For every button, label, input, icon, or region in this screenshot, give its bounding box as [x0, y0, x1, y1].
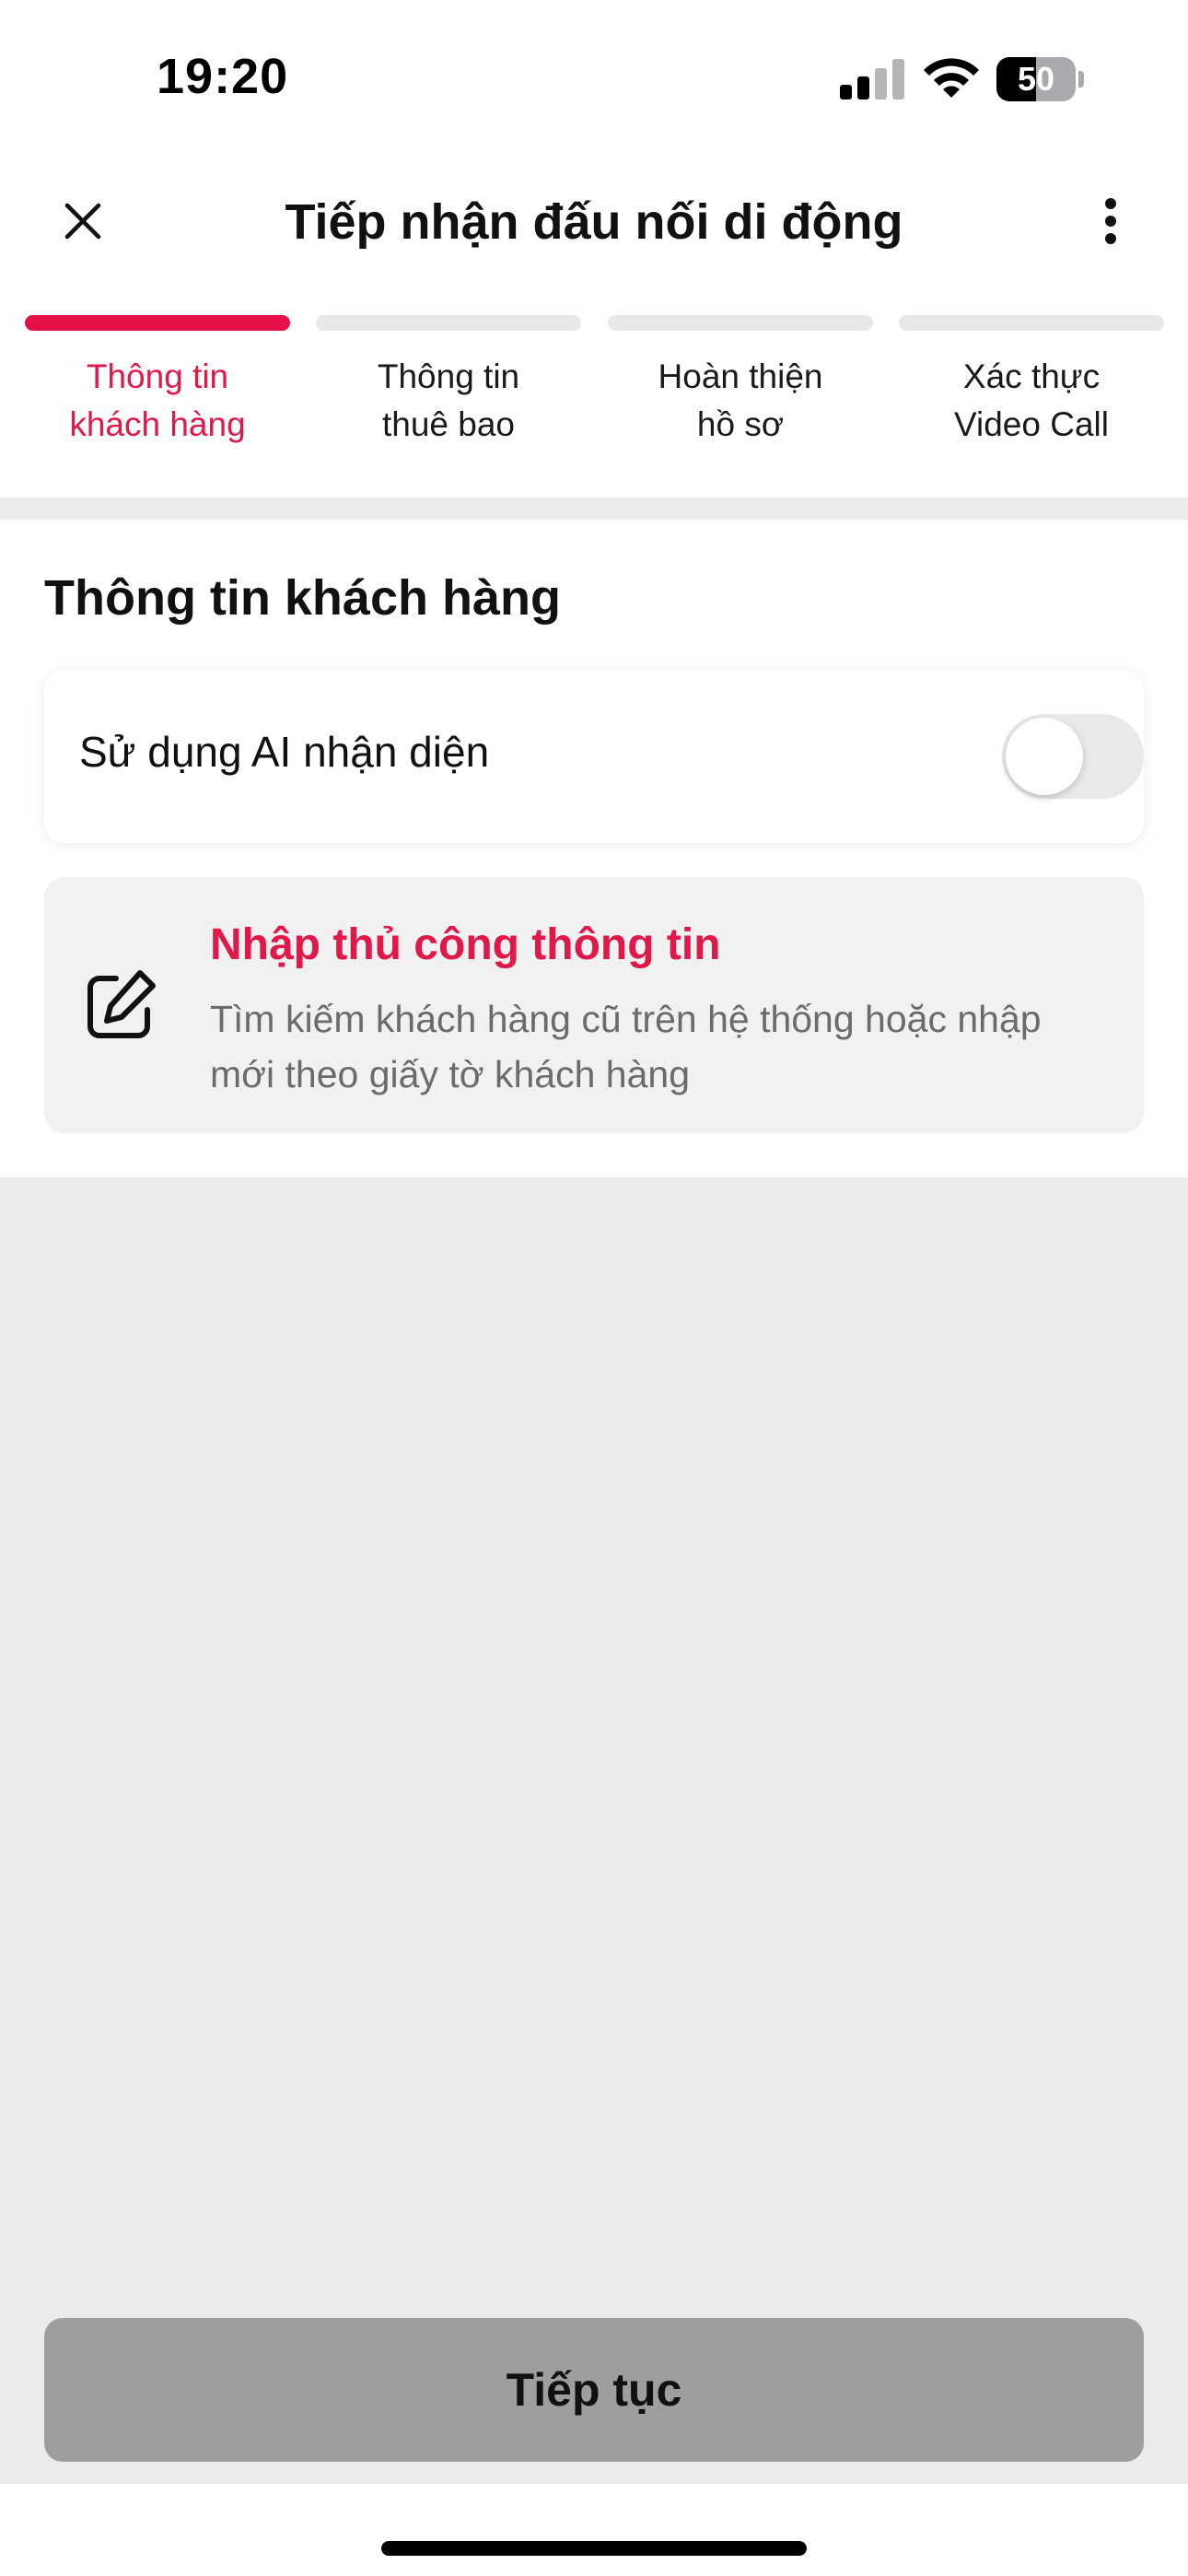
- stepper: Thông tin khách hàng Thông tin thuê bao …: [0, 315, 1188, 490]
- step-complete-profile[interactable]: Hoàn thiện hồ sơ: [608, 315, 873, 449]
- manual-entry-card[interactable]: Nhập thủ công thông tin Tìm kiếm khách h…: [44, 877, 1144, 1133]
- continue-button[interactable]: Tiếp tục: [44, 2318, 1144, 2462]
- manual-entry-description: Tìm kiếm khách hàng cũ trên hệ thống hoặ…: [210, 998, 1042, 1095]
- more-options-button[interactable]: [1070, 181, 1151, 262]
- step-progress-bar: [608, 315, 873, 331]
- header: Tiếp nhận đấu nối di động: [0, 157, 1188, 286]
- battery-icon: 50: [996, 57, 1085, 101]
- signal-icon: [840, 59, 904, 100]
- step-label: Thông tin thuê bao: [377, 357, 520, 443]
- battery-level: 50: [1017, 60, 1055, 98]
- battery-body: 50: [996, 57, 1076, 101]
- close-icon: [64, 203, 101, 240]
- home-indicator: [381, 2541, 807, 2556]
- wifi-icon: [924, 58, 979, 98]
- step-progress-bar: [316, 315, 581, 331]
- status-bar: 19:20 50: [0, 0, 1188, 147]
- step-video-call-verify[interactable]: Xác thực Video Call: [899, 315, 1164, 449]
- ai-recognition-toggle[interactable]: [1002, 714, 1144, 799]
- ai-toggle-label: Sử dụng AI nhận diện: [79, 728, 490, 776]
- status-time: 19:20: [157, 49, 289, 104]
- section-divider: [0, 498, 1188, 520]
- battery-cap: [1078, 71, 1084, 88]
- step-subscription-info[interactable]: Thông tin thuê bao: [316, 315, 581, 449]
- step-customer-info[interactable]: Thông tin khách hàng: [25, 315, 290, 449]
- page-title: Tiếp nhận đấu nối di động: [285, 194, 903, 250]
- close-button[interactable]: [42, 181, 123, 262]
- edit-icon: [87, 970, 156, 1038]
- toggle-knob: [1006, 718, 1083, 795]
- empty-content-area: [0, 1177, 1188, 2484]
- step-label: Xác thực Video Call: [954, 357, 1109, 443]
- step-label: Thông tin khách hàng: [69, 357, 246, 443]
- step-progress-bar: [899, 315, 1164, 331]
- step-label: Hoàn thiện hồ sơ: [658, 357, 823, 443]
- ai-recognition-card: Sử dụng AI nhận diện: [44, 670, 1144, 843]
- manual-entry-title: Nhập thủ công thông tin: [210, 920, 721, 969]
- step-progress-bar: [25, 315, 290, 331]
- more-vertical-icon: [1105, 198, 1116, 244]
- screen: 19:20 50 Tiếp nhận đấu nối di động Thông…: [0, 0, 1188, 2576]
- section-title: Thông tin khách hàng: [44, 570, 561, 626]
